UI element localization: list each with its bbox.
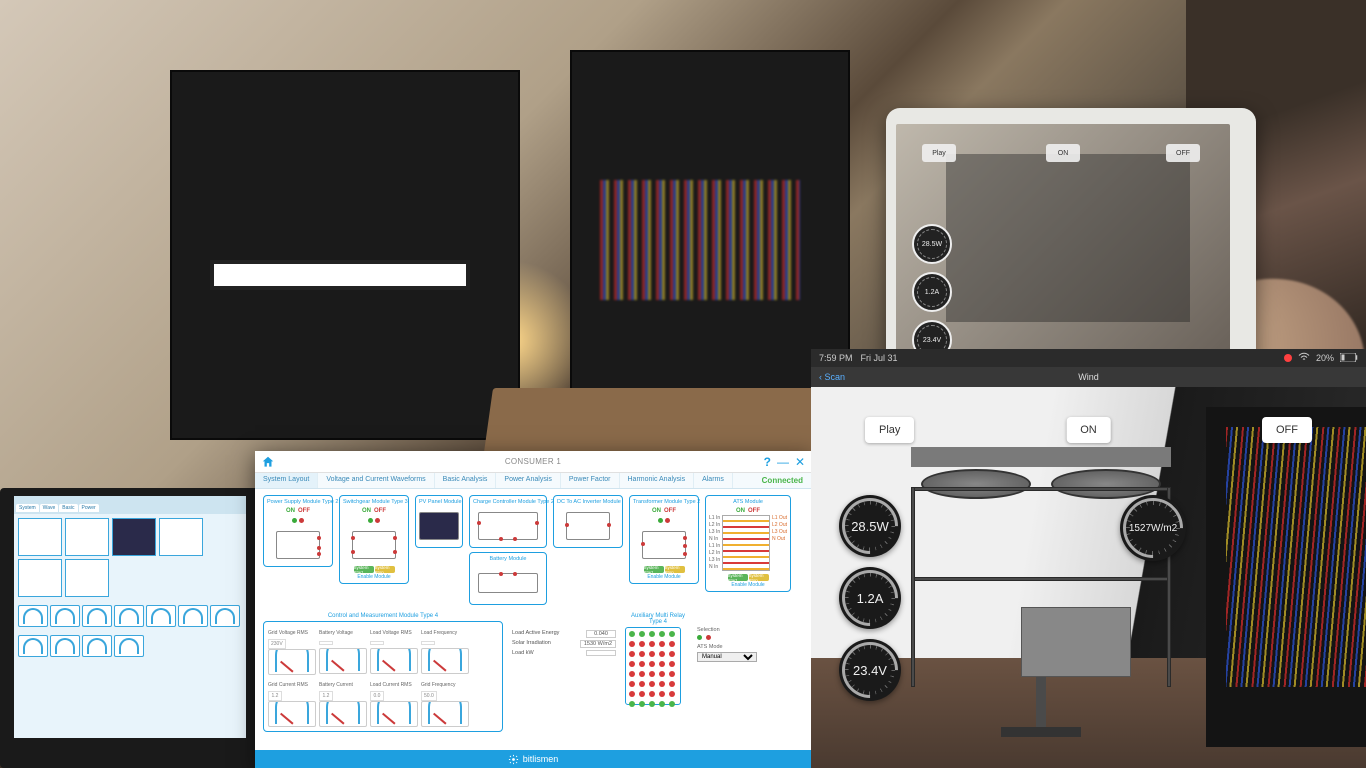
module-transformer[interactable]: Transformer Module Type 2 ONOFF System S… [629, 495, 699, 584]
wifi-icon [1298, 352, 1310, 364]
control-measure-title: Control and Measurement Module Type 4 [263, 613, 503, 619]
brand-label: bitlismen [523, 754, 559, 764]
gauge-grid-frequency: Grid Frequency 50.0 [421, 678, 469, 727]
ar-page-title: Wind [811, 372, 1366, 382]
close-icon[interactable]: ✕ [795, 455, 805, 469]
tab-bar: System Layout Voltage and Current Wavefo… [255, 473, 811, 489]
app-title: CONSUMER 1 [255, 457, 811, 466]
help-icon[interactable]: ? [764, 455, 771, 469]
ar-nav-bar: ‹ Scan Wind [811, 367, 1366, 387]
battery-percent: 20% [1316, 353, 1334, 363]
ar-gauge-current: 1.2A [839, 567, 901, 629]
app-titlebar: CONSUMER 1 ? — ✕ [255, 451, 811, 473]
tab-alarms[interactable]: Alarms [694, 473, 733, 488]
tablet-gauge-current: 1.2A [912, 272, 952, 312]
gauge-grid-voltage: Grid Voltage RMS 230V [268, 626, 316, 675]
ar-play-button[interactable]: Play [865, 417, 914, 443]
tablet-on-button[interactable]: ON [1046, 144, 1080, 162]
home-icon[interactable] [261, 455, 275, 469]
tab-system-layout[interactable]: System Layout [255, 473, 318, 488]
aux-relay-title: Auxiliary Multi Relay Type 4 [625, 613, 691, 625]
desktop-monitor: SystemWaveBasicPower [0, 488, 260, 768]
gauges-panel: Grid Voltage RMS 230V Battery Voltage Lo… [263, 621, 503, 732]
ar-gauge-irradiance: 1527W/m2 [1120, 495, 1186, 561]
ats-mode-block: Selection ATS Mode Manual [697, 627, 777, 662]
tablet-play-button[interactable]: Play [922, 144, 956, 162]
ar-3d-rig [911, 447, 1171, 737]
tablet-off-button[interactable]: OFF [1166, 144, 1200, 162]
module-power-supply[interactable]: Power Supply Module Type 2 ONOFF [263, 495, 333, 567]
ar-gauge-voltage: 23.4V [839, 639, 901, 701]
scada-app-window: CONSUMER 1 ? — ✕ System Layout Voltage a… [255, 451, 811, 768]
minimize-icon[interactable]: — [777, 455, 789, 469]
gauge-load-frequency: Load Frequency [421, 626, 469, 675]
module-battery[interactable]: Battery Module [469, 552, 547, 605]
tablet-screen: Play ON OFF 28.5W 1.2A 23.4V [896, 124, 1230, 352]
ar-app-window: 7:59 PM Fri Jul 31 20% ‹ Scan Wind [811, 349, 1366, 768]
gauge-load-current: Load Current RMS 0.0 [370, 678, 418, 727]
tab-waveforms[interactable]: Voltage and Current Waveforms [318, 473, 434, 488]
gauge-battery-voltage: Battery Voltage [319, 626, 367, 675]
stats-panel: Load Active Energy0.040 Solar Irradiatio… [509, 627, 619, 661]
status-date: Fri Jul 31 [861, 353, 898, 363]
gear-icon [508, 754, 519, 765]
module-inverter[interactable]: DC To AC Inverter Module [553, 495, 623, 548]
recording-icon [1284, 354, 1292, 362]
gauge-battery-current: Battery Current 1.2 [319, 678, 367, 727]
ats-mode-select[interactable]: Manual [697, 652, 757, 662]
system-start-button[interactable]: System Start [354, 566, 374, 573]
gauge-grid-current: Grid Current RMS 1.2 [268, 678, 316, 727]
ar-on-button[interactable]: ON [1066, 417, 1111, 443]
tablet-gauge-voltage: 23.4V [912, 320, 952, 352]
connection-status: Connected [754, 473, 811, 488]
module-switchgear[interactable]: Switchgear Module Type 3 ONOFF System St… [339, 495, 409, 584]
brand-bar: bitlismen [255, 750, 811, 768]
tablet-device: Play ON OFF 28.5W 1.2A 23.4V [886, 108, 1256, 368]
module-ats[interactable]: ATS Module ONOFF L1 InL2 InL3 InN In L1 … [705, 495, 791, 592]
system-stop-button[interactable]: System Stop [375, 566, 395, 573]
ar-off-button[interactable]: OFF [1262, 417, 1312, 443]
ar-camera-view[interactable]: Play ON OFF 28.5W 1.2A 23.4V 1527W/m2 [811, 387, 1366, 768]
module-pv-panel[interactable]: PV Panel Module [415, 495, 463, 548]
ipad-status-bar: 7:59 PM Fri Jul 31 20% [811, 349, 1366, 367]
status-time: 7:59 PM [819, 353, 853, 363]
gauge-load-voltage: Load Voltage RMS [370, 626, 418, 675]
tab-basic-analysis[interactable]: Basic Analysis [435, 473, 497, 488]
battery-icon [1340, 353, 1358, 364]
ar-gauge-power: 28.5W [839, 495, 901, 557]
module-charge-controller[interactable]: Charge Controller Module Type 2 [469, 495, 547, 548]
tab-harmonic[interactable]: Harmonic Analysis [620, 473, 695, 488]
tablet-gauge-power: 28.5W [912, 224, 952, 264]
tab-power-factor[interactable]: Power Factor [561, 473, 620, 488]
relay-matrix[interactable] [625, 627, 681, 705]
back-button[interactable]: ‹ Scan [819, 372, 845, 382]
tab-power-analysis[interactable]: Power Analysis [496, 473, 560, 488]
